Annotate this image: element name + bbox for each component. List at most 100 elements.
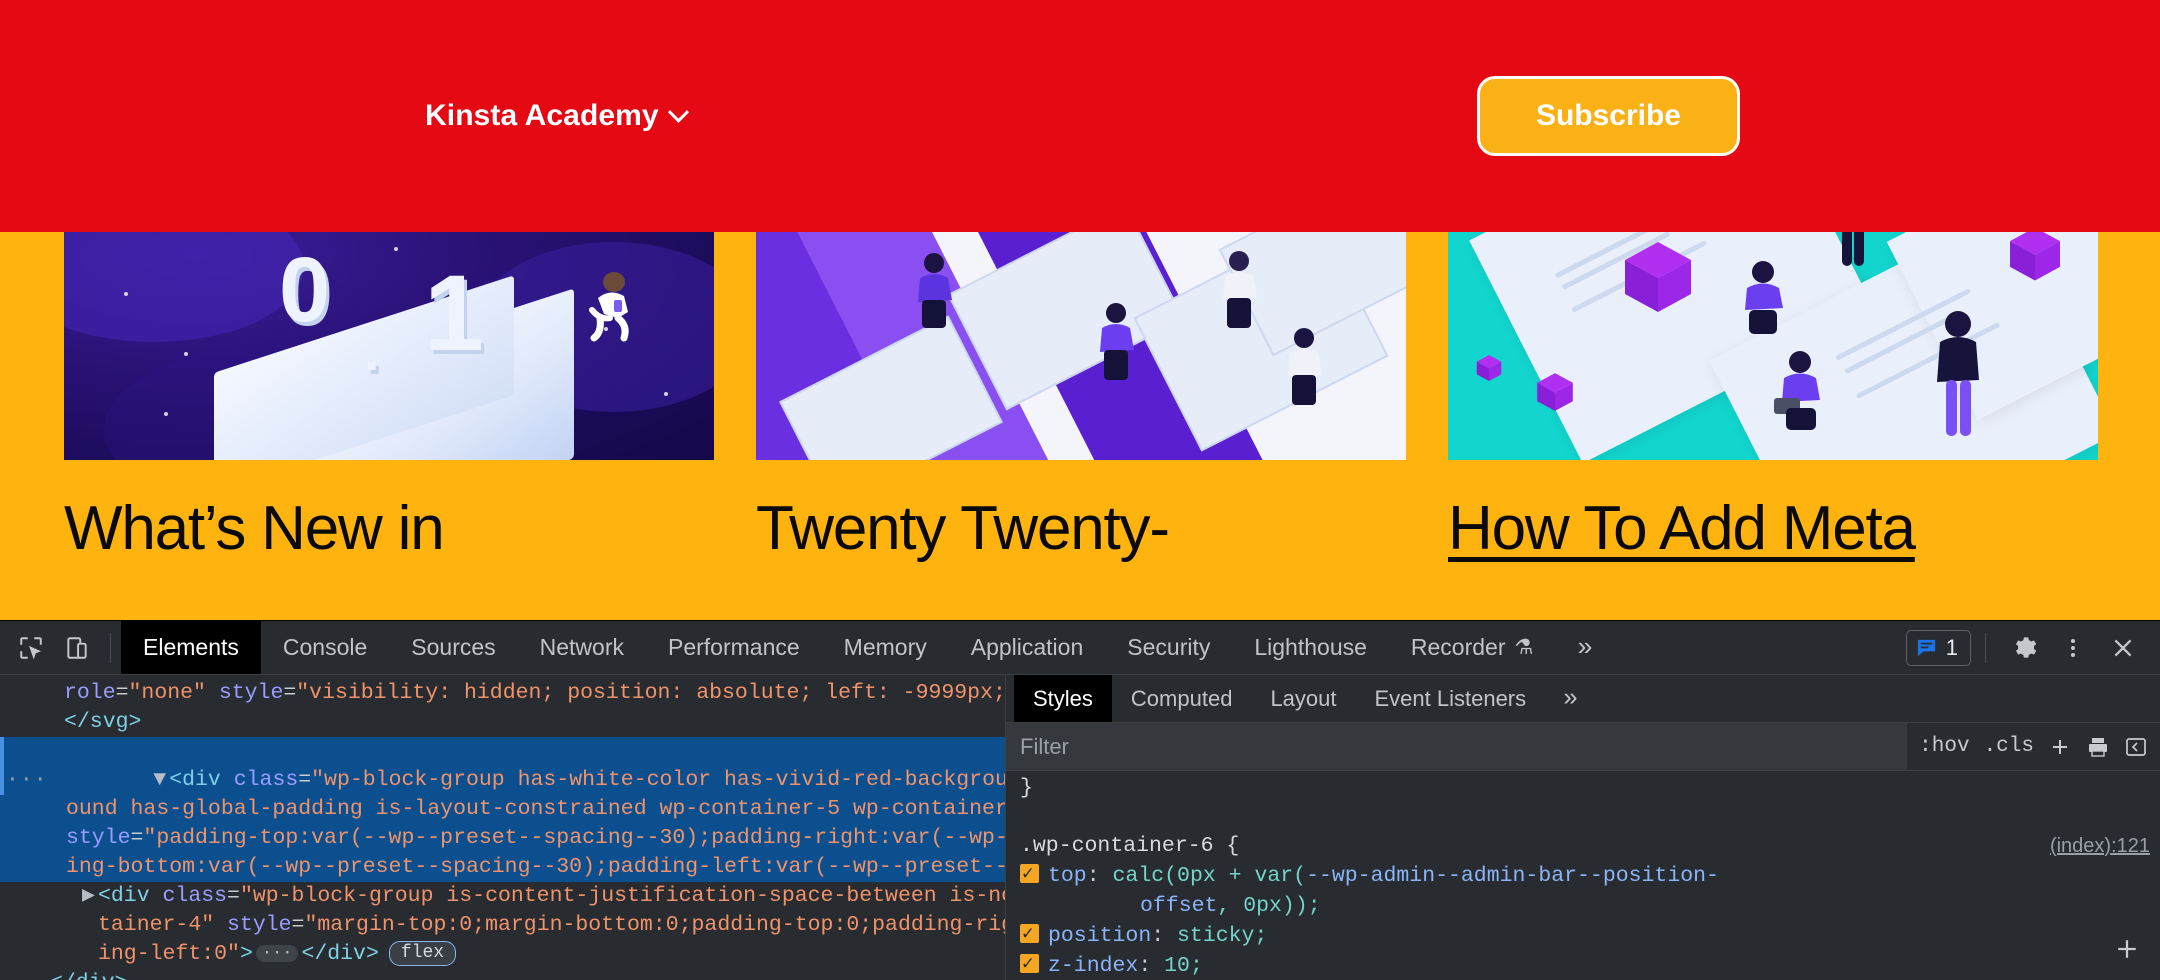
panel-toggle-icon[interactable] <box>2124 735 2148 759</box>
tab-security[interactable]: Security <box>1105 621 1232 674</box>
more-vertical-icon[interactable] <box>2050 626 2096 670</box>
tab-network[interactable]: Network <box>518 621 646 674</box>
devtools-panel: Elements Console Sources Network Perform… <box>0 620 2160 980</box>
post-card-title[interactable]: Twenty Twenty- <box>756 495 1406 563</box>
post-card-image[interactable]: 0 . 1 <box>64 232 714 460</box>
cube-icon <box>1537 373 1573 411</box>
inspect-element-icon[interactable] <box>8 626 54 670</box>
devtools-toolbar: Elements Console Sources Network Perform… <box>0 621 2160 675</box>
dom-line[interactable]: role="none" style="visibility: hidden; p… <box>0 679 1005 708</box>
css-var-link[interactable]: --wp-admin--admin-bar--position-offset <box>1020 864 1719 918</box>
tab-styles[interactable]: Styles <box>1014 675 1112 722</box>
css-declaration[interactable]: z-index: 10; <box>1020 949 2160 980</box>
more-tabs-button[interactable]: » <box>1555 621 1615 674</box>
css-property-value[interactable]: calc(0px + var(--wp-admin--admin-bar--po… <box>1020 864 1719 918</box>
dom-line[interactable]: </div> <box>0 969 1005 980</box>
styles-more-tabs-button[interactable]: » <box>1545 675 1596 722</box>
css-property-value[interactable]: 10; <box>1164 954 1203 978</box>
post-card-title[interactable]: How To Add Meta <box>1448 495 2098 563</box>
tab-label: Elements <box>143 634 239 660</box>
print-style-icon[interactable] <box>2086 735 2110 759</box>
dom-gutter-menu[interactable]: ··· <box>6 766 48 795</box>
issues-badge[interactable]: 1 <box>1905 629 1971 666</box>
nav-item-label: Kinsta Academy <box>425 99 659 132</box>
dom-line[interactable]: </svg> <box>0 708 1005 737</box>
declaration-checkbox[interactable] <box>1020 949 1039 979</box>
tab-layout[interactable]: Layout <box>1251 675 1355 722</box>
dom-line-selected[interactable]: ound has-global-padding is-layout-constr… <box>0 795 1005 824</box>
tab-computed[interactable]: Computed <box>1112 675 1252 722</box>
dom-line[interactable]: tainer-4" style="margin-top:0;margin-bot… <box>0 911 1005 940</box>
styles-filter-input[interactable] <box>1006 723 1908 770</box>
isometric-grid-illustration <box>756 232 1406 460</box>
plus-icon[interactable] <box>2048 735 2072 759</box>
person-icon <box>1223 251 1257 328</box>
tab-lighthouse[interactable]: Lighthouse <box>1232 621 1389 674</box>
tab-label: Sources <box>411 634 496 660</box>
issues-count: 1 <box>1945 634 1958 660</box>
issues-message-icon <box>1917 639 1935 657</box>
css-selector[interactable]: .wp-container-6 { <box>1020 834 1239 858</box>
add-style-rule-button[interactable] <box>2112 934 2142 972</box>
post-card-title[interactable]: What’s New in <box>64 495 714 563</box>
post-card[interactable]: 0 . 1 What’s New in <box>64 232 714 620</box>
tab-application[interactable]: Application <box>949 621 1106 674</box>
element-classes-button[interactable]: .cls <box>1984 735 2034 758</box>
css-property-name[interactable]: top <box>1048 864 1087 888</box>
toolbar-divider <box>1985 632 1986 663</box>
dom-line-selected[interactable]: ··· ▼ <div class="wp-block-group has-white… <box>0 737 1005 795</box>
device-toolbar-icon[interactable] <box>54 626 100 670</box>
dom-line-selected[interactable]: style="padding-top:var(--wp--preset--spa… <box>0 824 1005 853</box>
styles-filter-actions: :hov .cls <box>1907 735 2160 759</box>
css-property-value[interactable]: sticky; <box>1177 924 1267 948</box>
tab-elements[interactable]: Elements <box>121 621 261 674</box>
post-card[interactable]: Twenty Twenty- <box>756 232 1406 620</box>
dom-tree[interactable]: role="none" style="visibility: hidden; p… <box>0 675 1005 980</box>
person-icon <box>1937 311 1979 436</box>
toolbar-divider <box>110 632 111 663</box>
css-trailing-brace: } <box>1020 776 1033 800</box>
css-source-link[interactable]: (index):121 <box>2050 831 2160 861</box>
tab-sources[interactable]: Sources <box>389 621 517 674</box>
cube-icon <box>1625 242 1691 312</box>
post-card-image[interactable] <box>1448 232 2098 460</box>
person-icon <box>1842 232 1864 266</box>
person-icon <box>1288 328 1322 405</box>
css-property-name[interactable]: z-index <box>1048 954 1138 978</box>
dom-line-selected[interactable]: ing-bottom:var(--wp--preset--spacing--30… <box>0 853 1005 882</box>
flask-icon: ⚗ <box>1514 636 1534 659</box>
tab-recorder[interactable]: Recorder ⚗ <box>1389 621 1555 674</box>
css-declaration[interactable]: top: calc(0px + var(--wp-admin--admin-ba… <box>1020 859 2160 921</box>
tab-memory[interactable]: Memory <box>822 621 949 674</box>
tab-performance[interactable]: Performance <box>646 621 822 674</box>
css-property-name[interactable]: position <box>1048 924 1151 948</box>
post-card[interactable]: How To Add Meta <box>1448 232 2098 620</box>
person-icon <box>1745 261 1783 334</box>
force-state-hov-button[interactable]: :hov <box>1919 735 1969 758</box>
tab-label: Application <box>970 634 1084 660</box>
declaration-checkbox[interactable] <box>1020 859 1039 889</box>
css-rule[interactable]: (index):121 .wp-container-6 { top: calc(… <box>1020 831 2160 980</box>
cube-icon <box>2010 232 2060 281</box>
post-card-image[interactable] <box>756 232 1406 460</box>
expand-ellipsis-badge[interactable]: ··· <box>255 945 299 962</box>
declaration-checkbox[interactable] <box>1020 919 1039 949</box>
gear-icon[interactable] <box>2000 626 2046 670</box>
isometric-documents-illustration <box>1448 232 2098 460</box>
css-rules-list[interactable]: } (index):121 .wp-container-6 { top: cal… <box>1006 771 2160 980</box>
flex-badge[interactable]: flex <box>388 941 457 966</box>
css-declaration[interactable]: position: sticky; <box>1020 919 2160 951</box>
nav-item-kinsta-academy[interactable]: Kinsta Academy <box>425 99 689 133</box>
styles-sidebar: Styles Computed Layout Event Listeners »… <box>1005 675 2160 980</box>
devtools-body: role="none" style="visibility: hidden; p… <box>0 675 2160 980</box>
tab-label: Recorder <box>1410 634 1506 660</box>
cube-icon <box>1476 355 1502 381</box>
isometric-space-illustration: 0 . 1 <box>64 232 714 460</box>
subscribe-button[interactable]: Subscribe <box>1476 76 1740 156</box>
close-icon[interactable] <box>2100 626 2146 670</box>
tab-label: Layout <box>1270 685 1337 711</box>
dom-line[interactable]: ▶ <div class="wp-block-group is-content-j… <box>0 882 1005 911</box>
dom-line[interactable]: ing-left:0"> ··· </div> flex <box>0 940 1005 969</box>
tab-event-listeners[interactable]: Event Listeners <box>1356 675 1546 722</box>
tab-console[interactable]: Console <box>261 621 389 674</box>
